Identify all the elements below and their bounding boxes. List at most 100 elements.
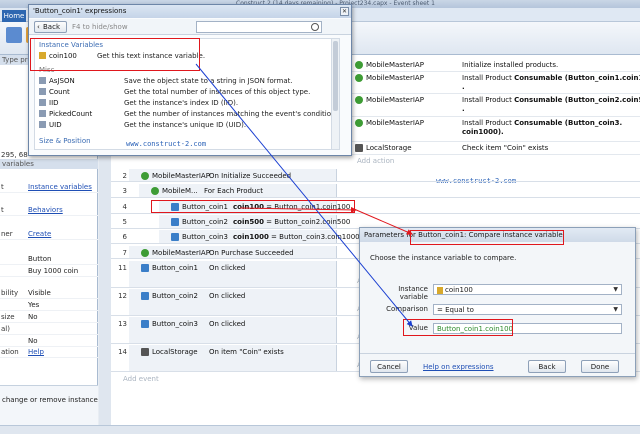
- condition-object: Button_coin3: [182, 233, 228, 241]
- scroll-thumb[interactable]: [333, 41, 338, 111]
- done-button[interactable]: Done: [581, 360, 619, 373]
- expression-icon: [39, 77, 46, 84]
- chevron-down-icon: ▼: [613, 306, 618, 313]
- close-icon[interactable]: ✕: [340, 7, 349, 16]
- event-number: 6: [122, 233, 127, 241]
- back-button[interactable]: ‹ Back: [34, 21, 67, 33]
- property-link[interactable]: Instance variables: [28, 183, 92, 191]
- action-text-line2: .: [462, 83, 465, 91]
- help-on-expressions-link[interactable]: Help on expressions: [423, 363, 494, 371]
- search-icon: [311, 23, 319, 31]
- expression-item[interactable]: PickedCount Get the number of instances m…: [37, 109, 339, 119]
- object-icon: [141, 348, 149, 356]
- search-input[interactable]: [196, 21, 322, 33]
- property-key: t: [1, 183, 4, 191]
- highlight-instance-variables: [30, 38, 200, 71]
- status-bar: [0, 425, 640, 434]
- expressions-title: 'Button_coin1' expressions: [29, 5, 351, 18]
- condition-object: Button_coin2: [152, 292, 198, 300]
- add-event-link[interactable]: Add event: [123, 375, 159, 383]
- property-row[interactable]: No: [0, 336, 98, 347]
- expressions-popup: 'Button_coin1' expressions ✕ ‹ Back F4 t…: [28, 4, 352, 156]
- property-value: No: [28, 337, 38, 345]
- property-link[interactable]: Create: [28, 230, 51, 238]
- condition-object: LocalStorage: [152, 348, 198, 356]
- property-row[interactable]: bility Visible: [0, 288, 98, 299]
- object-icon: [355, 144, 363, 152]
- chevron-down-icon: ▼: [613, 286, 618, 293]
- expression-icon: [39, 88, 46, 95]
- comparison-label: Comparison: [386, 305, 428, 313]
- property-key: size: [1, 313, 15, 321]
- group-size-position: Size & Position: [39, 137, 91, 145]
- tab-home[interactable]: Home: [2, 10, 26, 22]
- expression-item[interactable]: UID Get the instance's unique ID (UID).: [37, 120, 337, 130]
- comparison-select[interactable]: = Equal to ▼: [433, 304, 622, 315]
- parameters-dialog: Parameters for Button_coin1: Compare ins…: [359, 227, 636, 377]
- action-object: MobileMasterIAP: [366, 119, 424, 127]
- action-text: Initialize installed products.: [462, 61, 559, 69]
- property-key: ner: [1, 230, 13, 238]
- object-icon: [171, 218, 179, 226]
- event-number: 14: [118, 348, 127, 356]
- condition-object: Button_coin1: [152, 264, 198, 272]
- object-icon: [141, 249, 149, 257]
- event-number: 4: [122, 203, 127, 211]
- object-icon: [141, 292, 149, 300]
- property-row[interactable]: ner Create: [0, 229, 98, 240]
- event-number: 13: [118, 320, 127, 328]
- property-row[interactable]: size No: [0, 312, 98, 323]
- object-icon: [141, 320, 149, 328]
- property-link[interactable]: Behaviors: [28, 206, 63, 214]
- help-text: change or remove instance: [2, 396, 98, 404]
- expression-item[interactable]: AsJSON Save the object state to a string …: [37, 76, 337, 86]
- property-value: Buy 1000 coin: [28, 267, 79, 275]
- expression-icon: [39, 99, 46, 106]
- highlight-dialog-title: [410, 230, 564, 245]
- action-text-line2: coin1000).: [462, 128, 504, 136]
- back-button[interactable]: Back: [528, 360, 566, 373]
- list-scrollbar[interactable]: [331, 39, 339, 149]
- action-object: MobileMasterIAP: [366, 74, 424, 82]
- object-icon: [151, 187, 159, 195]
- dialog-separator: [360, 353, 635, 354]
- action-text: Install Product Consumable (Button_coin2…: [462, 96, 640, 104]
- action-text: Install Product Consumable (Button_coin3…: [462, 119, 623, 127]
- cancel-button[interactable]: Cancel: [370, 360, 408, 373]
- property-row[interactable]: ation Help: [0, 347, 98, 358]
- ribbon-button-icon[interactable]: [6, 27, 22, 43]
- event-number: 3: [122, 187, 127, 195]
- event-number: 2: [122, 172, 127, 180]
- condition-text: coin1000 = Button_coin3.coin1000: [233, 233, 360, 241]
- property-row[interactable]: t Behaviors: [0, 205, 98, 216]
- condition-object: MobileMasterIAP: [152, 172, 210, 180]
- property-value: Visible: [28, 289, 51, 297]
- property-row[interactable]: t Instance variables: [0, 182, 98, 193]
- expression-item[interactable]: IID Get the instance's index ID (IID).: [37, 98, 337, 108]
- property-key: t: [1, 206, 4, 214]
- property-value: Yes: [28, 301, 40, 309]
- object-icon: [141, 172, 149, 180]
- property-value: No: [28, 313, 38, 321]
- section-header: variables: [0, 159, 98, 169]
- property-row[interactable]: Yes: [0, 300, 98, 311]
- object-icon: [141, 264, 149, 272]
- expression-item[interactable]: Count Get the total number of instances o…: [37, 87, 337, 97]
- add-action-link[interactable]: Add action: [357, 157, 394, 165]
- action-text: Check item "Coin" exists: [462, 144, 549, 152]
- action-text: Install Product Consumable (Button_coin1…: [462, 74, 640, 82]
- event-row[interactable]: 3 MobileM... For Each Product: [111, 184, 640, 198]
- event-number: 5: [122, 218, 127, 226]
- condition-text: On Initialize Succeeded: [209, 172, 292, 180]
- action-object: MobileMasterIAP: [366, 61, 424, 69]
- property-row[interactable]: al): [0, 324, 98, 335]
- property-link[interactable]: Help: [28, 348, 44, 356]
- property-row[interactable]: Buy 1000 coin: [0, 266, 98, 277]
- instance-variable-select[interactable]: coin100 ▼: [433, 284, 622, 295]
- condition-text: On clicked: [209, 292, 246, 300]
- condition-text: For Each Product: [204, 187, 263, 195]
- object-icon: [355, 119, 363, 127]
- event-row[interactable]: 2 MobileMasterIAP On Initialize Succeeded: [111, 169, 640, 182]
- property-row[interactable]: Button: [0, 254, 98, 265]
- condition-text: On item "Coin" exists: [209, 348, 284, 356]
